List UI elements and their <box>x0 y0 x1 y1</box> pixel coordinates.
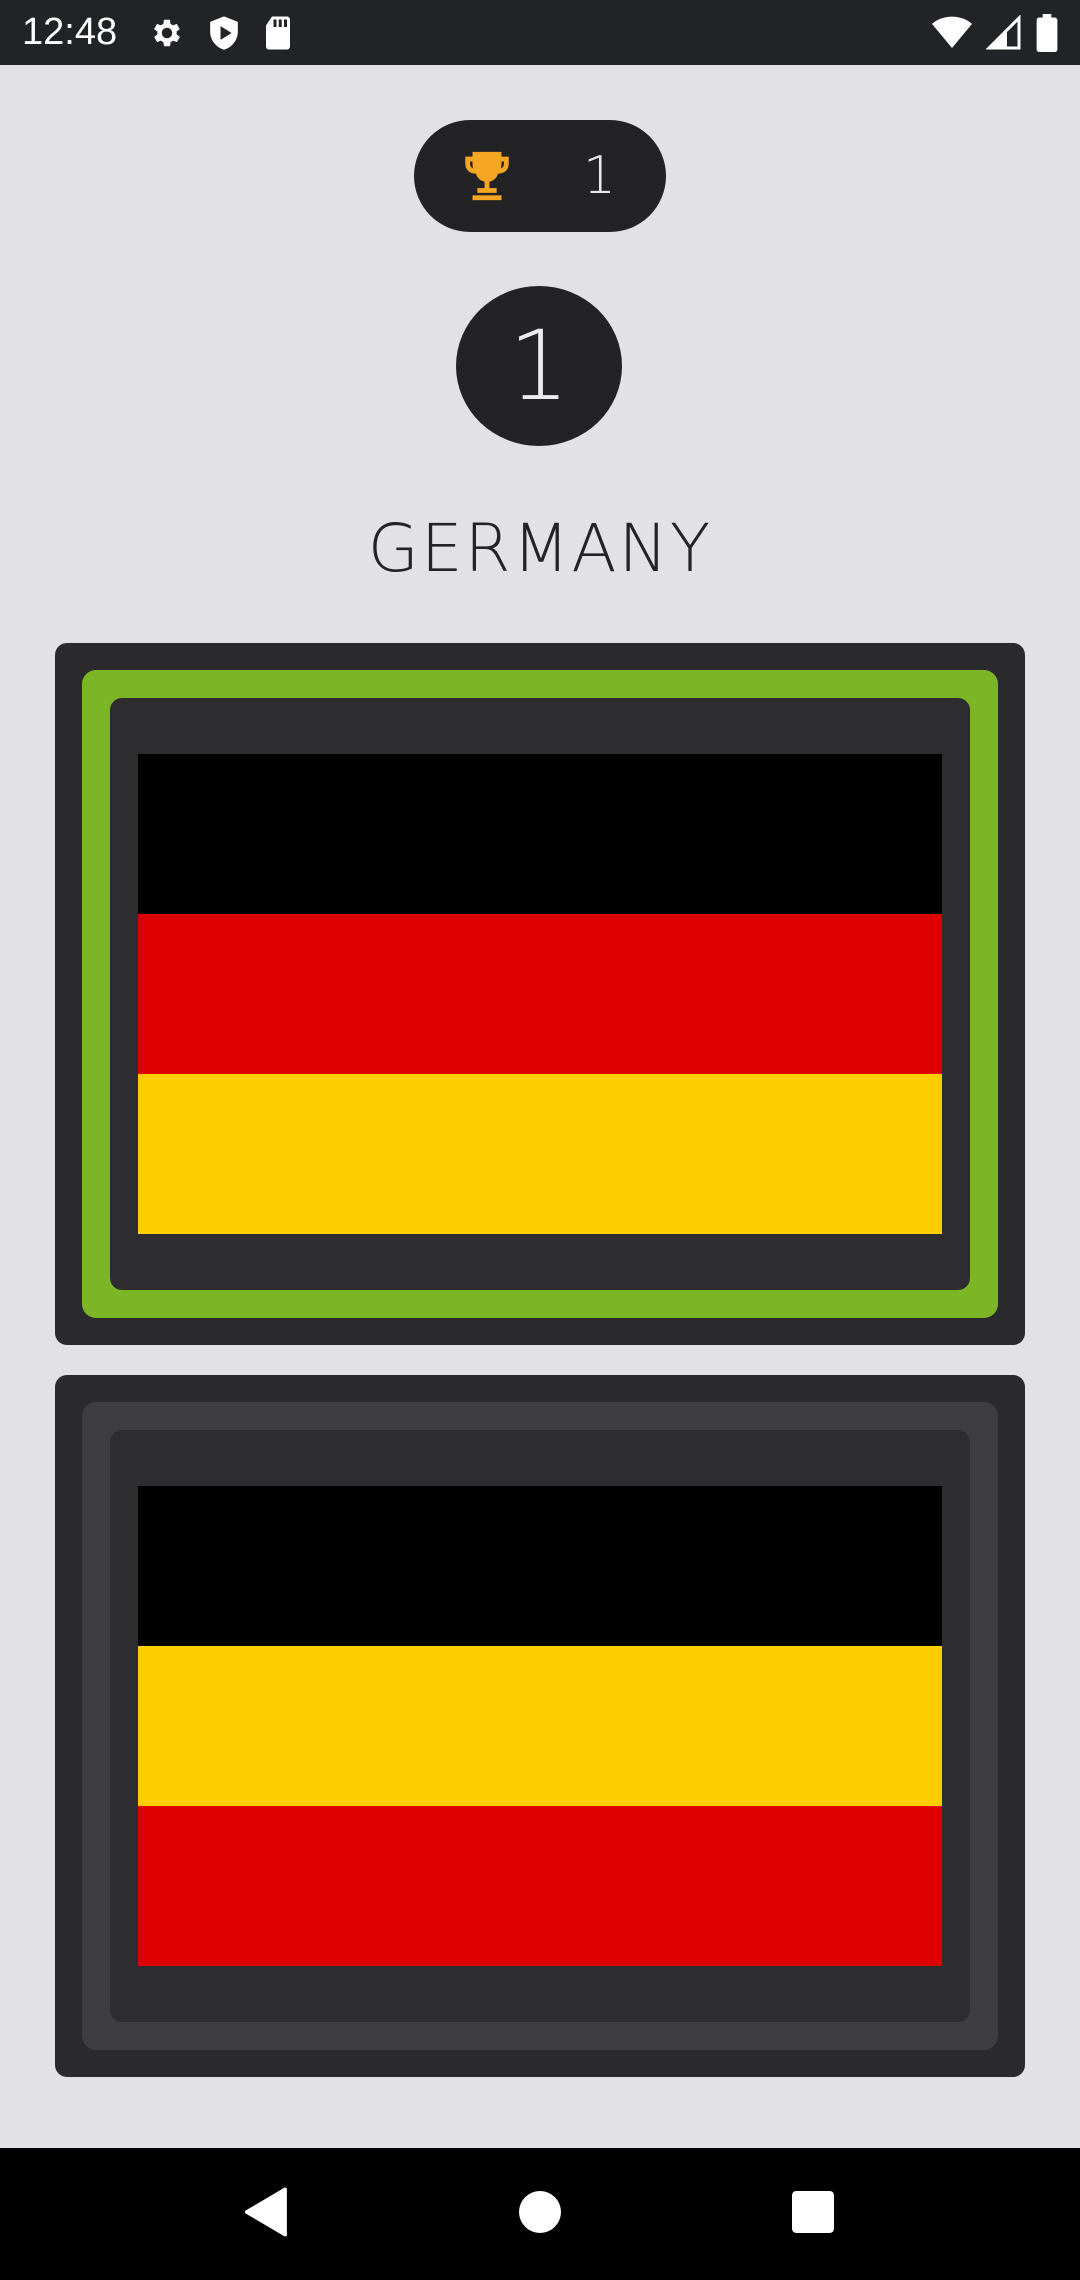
score-value: 1 <box>582 146 616 206</box>
home-icon <box>518 2191 561 2237</box>
game-screen: 12:48 1 1 GERMANY <box>0 0 1080 2280</box>
flag-image <box>138 754 942 1234</box>
flag-stripe-top <box>138 754 942 914</box>
wifi-icon <box>932 16 972 50</box>
status-left: 12:48 <box>22 11 293 54</box>
flag-stripe-bottom <box>138 1074 942 1234</box>
home-button[interactable] <box>495 2169 585 2259</box>
trophy-icon <box>458 147 516 205</box>
status-time: 12:48 <box>22 11 118 53</box>
cell-signal-icon <box>986 14 1022 51</box>
sd-card-icon <box>263 15 293 51</box>
flag-image <box>138 1486 942 1966</box>
score-pill: 1 <box>414 120 666 232</box>
level-value: 1 <box>508 310 570 422</box>
back-button[interactable] <box>222 2169 312 2259</box>
battery-icon <box>1036 13 1058 52</box>
shield-play-icon <box>207 15 241 51</box>
flag-stripe-top <box>138 1486 942 1646</box>
back-icon <box>244 2187 290 2241</box>
status-right <box>932 13 1058 52</box>
flag-stripe-middle <box>138 1646 942 1806</box>
status-bar: 12:48 <box>0 0 1080 65</box>
flag-option-2[interactable] <box>55 1375 1025 2077</box>
navigation-bar <box>0 2148 1080 2280</box>
gear-icon <box>149 15 185 51</box>
recents-icon <box>792 2191 835 2237</box>
flag-stripe-middle <box>138 914 942 1074</box>
flag-stripe-bottom <box>138 1806 942 1966</box>
recents-button[interactable] <box>768 2169 858 2259</box>
flag-option-1[interactable] <box>55 643 1025 1345</box>
country-name: GERMANY <box>367 510 713 587</box>
level-badge: 1 <box>456 286 622 446</box>
